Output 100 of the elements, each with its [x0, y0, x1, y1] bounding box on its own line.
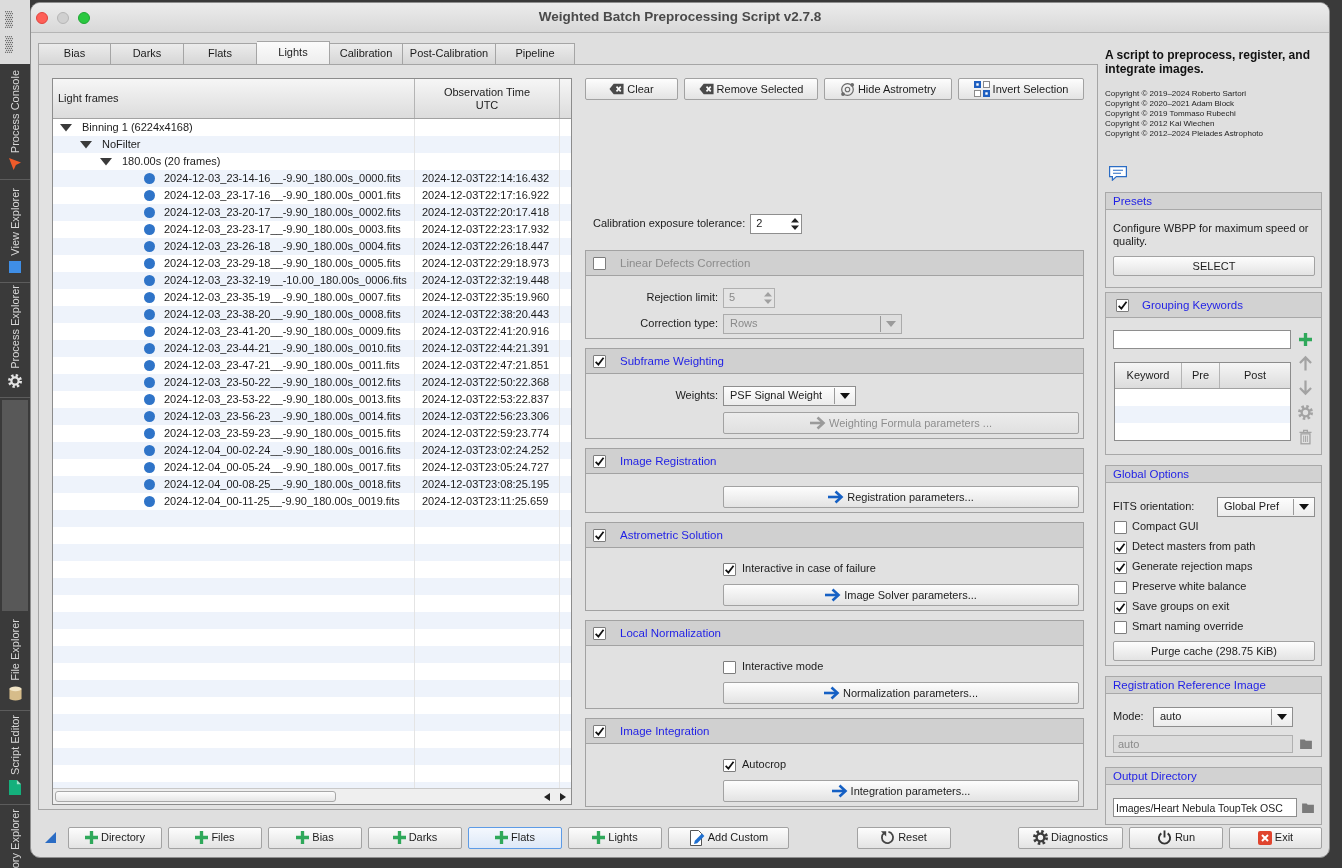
parameters-button[interactable]: Registration parameters... — [723, 486, 1079, 508]
file-name[interactable]: 2024-12-03_23-20-17__-9.90_180.00s_0002.fits — [164, 205, 401, 220]
tab[interactable]: Lights — [257, 41, 330, 64]
window-close-button[interactable] — [36, 11, 48, 24]
tab[interactable]: Darks — [111, 43, 184, 64]
spin-arrows-icon[interactable] — [791, 217, 800, 231]
checkbox[interactable] — [593, 256, 606, 270]
checkbox[interactable] — [593, 626, 606, 640]
add-files-button[interactable]: Files — [168, 826, 262, 849]
grip-icon[interactable] — [5, 11, 13, 28]
invert-selection-button[interactable]: Invert Selection — [958, 78, 1084, 100]
add-bias-button[interactable]: Bias — [268, 826, 362, 849]
diagnostics-button[interactable]: Diagnostics — [1018, 826, 1123, 849]
scrollbar-thumb[interactable] — [55, 791, 336, 802]
dock-tab[interactable]: ory Explorer — [0, 805, 30, 868]
column-header[interactable]: Observation Time UTC — [443, 85, 531, 112]
file-name[interactable]: 2024-12-03_23-44-21__-9.90_180.00s_0010.fits — [164, 341, 401, 356]
folder-icon[interactable] — [1300, 739, 1312, 749]
tree-label[interactable]: 180.00s (20 frames) — [122, 154, 221, 169]
file-name[interactable]: 2024-12-03_23-56-23__-9.90_180.00s_0014.fits — [164, 409, 401, 424]
file-name[interactable]: 2024-12-03_23-59-23__-9.90_180.00s_0015.fits — [164, 426, 401, 441]
reset-button[interactable]: Reset — [856, 826, 951, 849]
keyword-field[interactable] — [1113, 330, 1291, 349]
caret-icon — [886, 321, 896, 327]
select-button[interactable]: SELECT — [1113, 256, 1315, 276]
tab[interactable]: Calibration — [330, 43, 403, 64]
grip-icon[interactable] — [5, 36, 13, 53]
file-name[interactable]: 2024-12-03_23-32-19__-10.00_180.00s_0006.fits — [164, 273, 407, 288]
checkbox[interactable] — [593, 528, 606, 542]
file-name[interactable]: 2024-12-03_23-41-20__-9.90_180.00s_0009.fits — [164, 324, 401, 339]
observation-time: 2024-12-03T22:59:23.774 — [422, 426, 550, 441]
file-name[interactable]: 2024-12-03_23-23-17__-9.90_180.00s_0003.fits — [164, 222, 401, 237]
checkbox[interactable] — [1114, 520, 1127, 534]
parameters-button[interactable]: Image Solver parameters... — [723, 584, 1079, 606]
checkbox[interactable] — [1114, 600, 1127, 614]
file-name[interactable]: 2024-12-04_00-05-24__-9.90_180.00s_0017.fits — [164, 460, 401, 475]
column-header[interactable]: Pre — [1191, 368, 1210, 383]
caret-down-icon[interactable] — [60, 123, 72, 132]
triangle-icon[interactable] — [45, 832, 56, 843]
file-name[interactable]: 2024-12-03_23-29-18__-9.90_180.00s_0005.fits — [164, 256, 401, 271]
tab[interactable]: Pipeline — [496, 43, 575, 64]
run-button[interactable]: Run — [1129, 826, 1223, 849]
file-name[interactable]: 2024-12-03_23-47-21__-9.90_180.00s_0011.fits — [164, 358, 400, 373]
caret-down-icon[interactable] — [100, 157, 112, 166]
hide-astrometry-button[interactable]: Hide Astrometry — [824, 78, 952, 100]
exit-button[interactable]: Exit — [1229, 826, 1322, 849]
column-header[interactable]: Post — [1244, 368, 1266, 383]
add-lights-button[interactable]: Lights — [568, 826, 662, 849]
remove-selected-button[interactable]: Remove Selected — [684, 78, 818, 100]
checkbox[interactable] — [593, 354, 606, 368]
folder-icon[interactable] — [1302, 802, 1314, 813]
checkbox[interactable] — [1114, 580, 1127, 594]
add-darks-button[interactable]: Darks — [368, 826, 462, 849]
window-zoom-button[interactable] — [78, 11, 90, 24]
file-name[interactable]: 2024-12-03_23-50-22__-9.90_180.00s_0012.fits — [164, 375, 401, 390]
file-name[interactable]: 2024-12-03_23-26-18__-9.90_180.00s_0004.fits — [164, 239, 401, 254]
plus-icon[interactable] — [1299, 333, 1312, 346]
column-header[interactable]: Light frames — [58, 92, 119, 105]
checkbox[interactable] — [723, 758, 736, 772]
file-name[interactable]: 2024-12-04_00-02-24__-9.90_180.00s_0016.fits — [164, 443, 401, 458]
dropdown[interactable]: PSF Signal Weight — [723, 386, 856, 406]
add-custom-button[interactable]: Add Custom — [668, 826, 789, 849]
dropdown[interactable]: auto — [1153, 707, 1293, 727]
checkbox[interactable] — [593, 724, 606, 738]
file-name[interactable]: 2024-12-03_23-17-16__-9.90_180.00s_0001.fits — [164, 188, 401, 203]
checkbox[interactable] — [723, 660, 736, 674]
column-header[interactable]: Keyword — [1126, 368, 1170, 383]
scroll-left-icon[interactable] — [544, 792, 550, 801]
clear-button[interactable]: Clear — [585, 78, 678, 100]
add-directory-button[interactable]: Directory — [68, 826, 162, 849]
checkbox[interactable] — [1116, 298, 1129, 312]
tree-label[interactable]: Binning 1 (6224x4168) — [82, 120, 193, 135]
checkbox-label: Generate rejection maps — [1132, 560, 1253, 574]
checkbox[interactable] — [1114, 620, 1127, 634]
spin-field[interactable]: 2 — [750, 214, 803, 234]
file-name[interactable]: 2024-12-03_23-38-20__-9.90_180.00s_0008.fits — [164, 307, 401, 322]
file-name[interactable]: 2024-12-03_23-35-19__-9.90_180.00s_0007.fits — [164, 290, 401, 305]
file-name[interactable]: 2024-12-03_23-53-22__-9.90_180.00s_0013.fits — [164, 392, 401, 407]
parameters-button[interactable]: Integration parameters... — [723, 780, 1079, 802]
caret-down-icon[interactable] — [80, 140, 92, 149]
file-name[interactable]: 2024-12-04_00-11-25__-9.90_180.00s_0019.fits — [164, 494, 400, 509]
checkbox[interactable] — [1114, 560, 1127, 574]
parameters-button[interactable]: Normalization parameters... — [723, 682, 1079, 704]
tab[interactable]: Flats — [184, 43, 257, 64]
tree-label[interactable]: NoFilter — [102, 137, 141, 152]
dropdown[interactable]: Global Pref — [1217, 497, 1315, 517]
add-flats-button[interactable]: Flats — [468, 826, 562, 849]
output-directory-field[interactable]: Images/Heart Nebula ToupTek OSC — [1113, 798, 1297, 817]
checkbox[interactable] — [593, 454, 606, 468]
tab[interactable]: Post-Calibration — [403, 43, 496, 64]
document-icon — [9, 780, 21, 795]
purge-cache-button[interactable]: Purge cache (298.75 KiB) — [1113, 641, 1315, 661]
horizontal-scrollbar[interactable] — [53, 788, 571, 804]
comment-icon[interactable] — [1109, 166, 1127, 181]
checkbox[interactable] — [1114, 540, 1127, 554]
scroll-right-icon[interactable] — [560, 792, 566, 801]
checkbox[interactable] — [723, 562, 736, 576]
file-name[interactable]: 2024-12-03_23-14-16__-9.90_180.00s_0000.fits — [164, 171, 401, 186]
file-name[interactable]: 2024-12-04_00-08-25__-9.90_180.00s_0018.fits — [164, 477, 401, 492]
tab[interactable]: Bias — [38, 43, 111, 64]
